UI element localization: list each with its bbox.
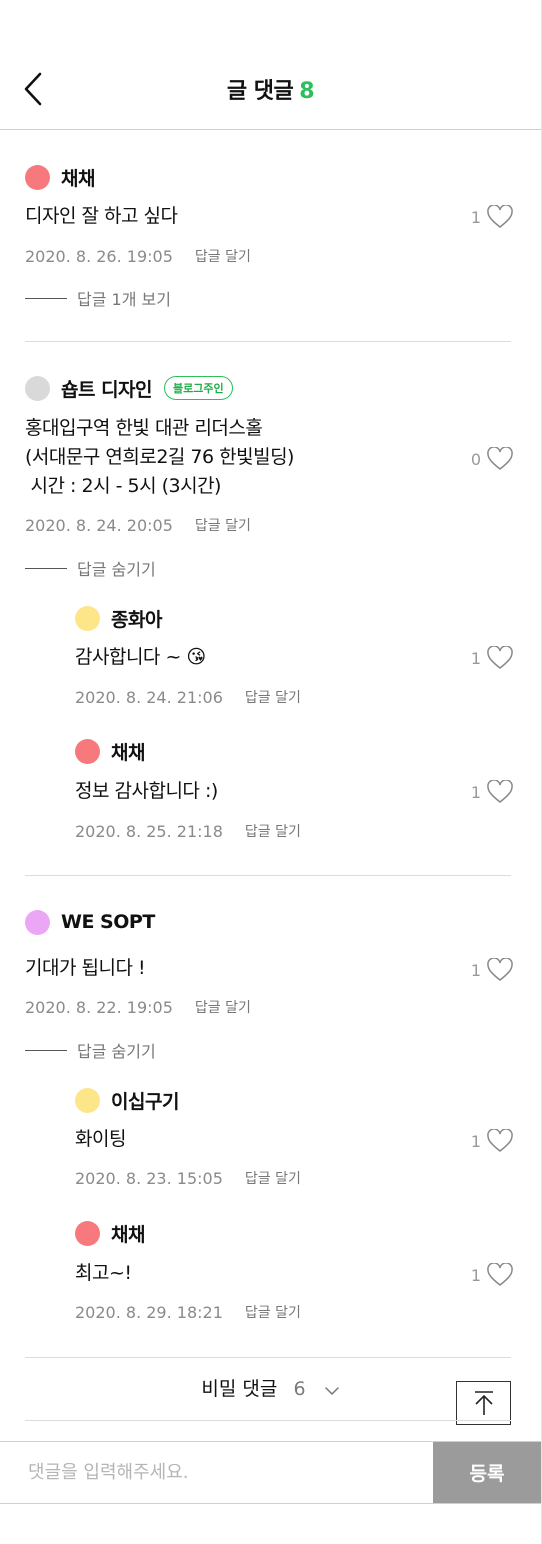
- divider: [25, 1357, 511, 1358]
- comment-meta: 2020. 8. 26. 19:05 답글 달기: [25, 246, 251, 266]
- replies-toggle-label: 답글 숨기기: [77, 1042, 156, 1061]
- heart-icon: [487, 1263, 513, 1286]
- reply-button[interactable]: 답글 달기: [245, 687, 301, 707]
- comment-text: 디자인 잘 하고 싶다: [25, 205, 178, 227]
- avatar: [75, 1220, 100, 1246]
- like-button[interactable]: 1: [471, 1263, 513, 1287]
- like-count: 1: [470, 960, 481, 980]
- reply-author-row: 채채: [75, 737, 145, 765]
- toggle-line: [25, 297, 67, 299]
- reply-date: 2020. 8. 23. 15:05: [75, 1168, 223, 1188]
- reply-button[interactable]: 답글 달기: [245, 821, 301, 841]
- reply-meta: 2020. 8. 23. 15:05 답글 달기: [75, 1168, 301, 1188]
- secret-comments-count: 6: [293, 1378, 306, 1400]
- comment-meta: 2020. 8. 22. 19:05 답글 달기: [25, 997, 251, 1017]
- avatar: [25, 164, 50, 190]
- heart-icon: [487, 780, 513, 803]
- like-button[interactable]: 1: [471, 646, 513, 670]
- like-count: 0: [470, 449, 481, 469]
- toggle-line: [25, 567, 67, 569]
- reply-text: 감사합니다 ~ 😘: [75, 646, 206, 668]
- reply-text: 정보 감사합니다 :): [75, 780, 218, 802]
- comment-author-row: 숍트 디자인 블로그주인: [25, 374, 233, 402]
- heart-icon: [487, 958, 513, 981]
- divider: [25, 875, 511, 876]
- header: 글 댓글 8: [0, 0, 541, 130]
- avatar: [75, 1087, 100, 1113]
- reply-author[interactable]: 종화아: [111, 605, 162, 632]
- comment-input-bar: 등록: [0, 1441, 541, 1504]
- comment-count: 8: [299, 79, 315, 104]
- page-title-label: 글 댓글: [226, 79, 294, 104]
- heart-icon: [487, 205, 513, 228]
- heart-icon: [487, 1129, 513, 1152]
- comment-author[interactable]: 숍트 디자인: [61, 375, 153, 402]
- scroll-to-top-button[interactable]: [456, 1381, 511, 1425]
- reply-meta: 2020. 8. 29. 18:21 답글 달기: [75, 1302, 301, 1322]
- replies-toggle-label: 답글 1개 보기: [77, 290, 171, 309]
- divider: [25, 1420, 511, 1421]
- comment-meta: 2020. 8. 24. 20:05 답글 달기: [25, 515, 251, 535]
- like-count: 1: [470, 1131, 481, 1151]
- comments-page: 글 댓글 8 채채 디자인 잘 하고 싶다 1 2020. 8. 26. 19:0…: [0, 0, 542, 1544]
- comment-text: 홍대입구역 한빛 대관 리더스홀 (서대문구 연희로2길 76 한빛빌딩) 시간…: [25, 417, 294, 497]
- avatar: [25, 909, 50, 935]
- comment-date: 2020. 8. 22. 19:05: [25, 997, 173, 1017]
- reply-button[interactable]: 답글 달기: [195, 515, 251, 535]
- like-button[interactable]: 1: [471, 780, 513, 804]
- avatar: [75, 738, 100, 764]
- reply-button[interactable]: 답글 달기: [195, 246, 251, 266]
- secret-comments-label: 비밀 댓글: [201, 1378, 278, 1400]
- chevron-down-icon: [324, 1379, 340, 1401]
- reply-button[interactable]: 답글 달기: [195, 997, 251, 1017]
- reply-date: 2020. 8. 24. 21:06: [75, 687, 223, 707]
- avatar: [25, 375, 50, 401]
- reply-text: 최고~!: [75, 1262, 132, 1284]
- reply-button[interactable]: 답글 달기: [245, 1168, 301, 1188]
- blog-owner-badge: 블로그주인: [164, 376, 233, 400]
- like-count: 1: [470, 782, 481, 802]
- page-title: 글 댓글 8: [0, 73, 541, 105]
- comment-date: 2020. 8. 24. 20:05: [25, 515, 173, 535]
- toggle-line: [25, 1049, 67, 1051]
- replies-toggle-label: 답글 숨기기: [77, 560, 156, 579]
- replies-toggle[interactable]: 답글 숨기기: [25, 1038, 156, 1062]
- avatar: [75, 605, 100, 631]
- reply-author[interactable]: 채채: [111, 1220, 145, 1247]
- comment-input[interactable]: [0, 1442, 433, 1503]
- like-button[interactable]: 1: [471, 1129, 513, 1153]
- divider: [25, 341, 511, 342]
- like-count: 1: [470, 207, 481, 227]
- reply-author[interactable]: 채채: [111, 738, 145, 765]
- like-count: 1: [470, 1265, 481, 1285]
- like-button[interactable]: 0: [471, 447, 513, 471]
- comment-author[interactable]: WE SOPT: [61, 911, 155, 933]
- reply-date: 2020. 8. 25. 21:18: [75, 821, 223, 841]
- reply-author-row: 채채: [75, 1219, 145, 1247]
- replies-toggle[interactable]: 답글 1개 보기: [25, 286, 171, 310]
- reply-author[interactable]: 이십구기: [111, 1087, 179, 1114]
- reply-author-row: 이십구기: [75, 1086, 179, 1114]
- reply-meta: 2020. 8. 24. 21:06 답글 달기: [75, 687, 301, 707]
- heart-icon: [487, 447, 513, 470]
- reply-author-row: 종화아: [75, 604, 162, 632]
- reply-date: 2020. 8. 29. 18:21: [75, 1302, 223, 1322]
- comment-author[interactable]: 채채: [61, 164, 95, 191]
- replies-toggle[interactable]: 답글 숨기기: [25, 556, 156, 580]
- heart-icon: [487, 646, 513, 669]
- comment-date: 2020. 8. 26. 19:05: [25, 246, 173, 266]
- arrow-up-icon: [474, 1391, 493, 1415]
- like-count: 1: [470, 648, 481, 668]
- comment-text: 기대가 됩니다 !: [25, 957, 146, 979]
- reply-meta: 2020. 8. 25. 21:18 답글 달기: [75, 821, 301, 841]
- comment-author-row: WE SOPT: [25, 908, 155, 936]
- like-button[interactable]: 1: [471, 958, 513, 982]
- reply-button[interactable]: 답글 달기: [245, 1302, 301, 1322]
- submit-button[interactable]: 등록: [433, 1442, 541, 1503]
- reply-text: 화이팅: [75, 1128, 126, 1150]
- comment-author-row: 채채: [25, 163, 95, 191]
- like-button[interactable]: 1: [471, 205, 513, 229]
